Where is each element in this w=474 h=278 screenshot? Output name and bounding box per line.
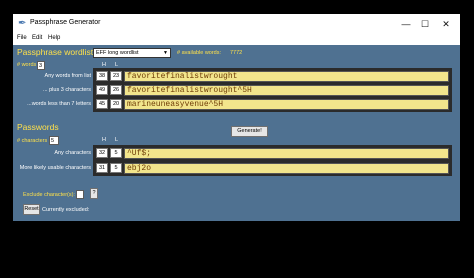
phrase-h-entropy: 38 <box>96 71 108 81</box>
h-column-header: H <box>102 137 106 143</box>
available-words-label: # available words: <box>177 50 222 56</box>
row-label-usable-characters: More likely usable characters <box>19 165 91 171</box>
minimize-button[interactable]: — <box>397 17 415 31</box>
password-h-entropy: 31 <box>96 163 108 173</box>
maximize-button[interactable]: ☐ <box>416 17 434 31</box>
chevron-down-icon: ▼ <box>163 50 168 56</box>
title-bar: ✒ Passphrase Generator — ☐ ✕ <box>13 14 460 34</box>
l-column-header: L <box>115 137 119 143</box>
feather-app-icon: ✒ <box>18 18 27 29</box>
menu-edit[interactable]: Edit <box>32 35 42 41</box>
passwords-title: Passwords <box>17 122 59 132</box>
wordlists-title: Passphrase wordlists <box>17 47 98 57</box>
wordlist-select[interactable]: EFF long wordlist ▼ <box>93 48 171 58</box>
exclude-help-button[interactable]: ? <box>90 188 98 199</box>
app-window: ✒ Passphrase Generator — ☐ ✕ File Edit H… <box>13 14 460 221</box>
characters-count-input[interactable]: 5 <box>49 136 59 145</box>
currently-excluded-label: Currently excluded: <box>42 207 90 213</box>
available-words-count: 7772 <box>230 50 243 56</box>
password-output[interactable]: ebj2o <box>124 163 449 174</box>
generate-button[interactable]: Generate! <box>231 126 268 137</box>
password-output[interactable]: ^Uf$; <box>124 148 449 159</box>
window-title: Passphrase Generator <box>30 19 101 26</box>
words-count-label: # words <box>17 62 37 68</box>
close-button[interactable]: ✕ <box>437 17 455 31</box>
password-l-entropy: 5 <box>110 163 122 173</box>
phrase-h-entropy: 49 <box>96 85 108 95</box>
menu-file[interactable]: File <box>17 35 27 41</box>
password-h-entropy: 32 <box>96 148 108 158</box>
row-label-any-characters: Any characters <box>54 150 91 156</box>
phrase-output[interactable]: favoritefinalistwrought^5H <box>124 85 449 96</box>
exclude-input[interactable] <box>76 190 84 199</box>
phrase-output[interactable]: marineuneasyvenue^5H <box>124 99 449 110</box>
phrase-l-entropy: 23 <box>110 71 122 81</box>
password-l-entropy: 5 <box>110 148 122 158</box>
main-panel: Passphrase wordlists EFF long wordlist ▼… <box>13 45 460 221</box>
phrase-output[interactable]: favoritefinalistwrought <box>124 71 449 82</box>
row-label-short-words: ...words less than 7 letters <box>27 101 91 107</box>
menu-help[interactable]: Help <box>48 35 60 41</box>
exclude-label: Exclude character(s): <box>23 192 75 198</box>
phrase-l-entropy: 20 <box>110 99 122 109</box>
phrase-h-entropy: 45 <box>96 99 108 109</box>
phrase-l-entropy: 26 <box>110 85 122 95</box>
wordlist-select-value: EFF long wordlist <box>96 50 139 56</box>
row-label-any-words: Any words from list <box>44 73 91 79</box>
menu-bar: File Edit Help <box>13 34 460 45</box>
reset-button[interactable]: Reset <box>23 204 40 215</box>
words-count-input[interactable]: 3 <box>37 61 45 70</box>
characters-label: # characters <box>17 138 48 144</box>
row-label-plus-chars: ... plus 3 characters <box>43 87 91 93</box>
